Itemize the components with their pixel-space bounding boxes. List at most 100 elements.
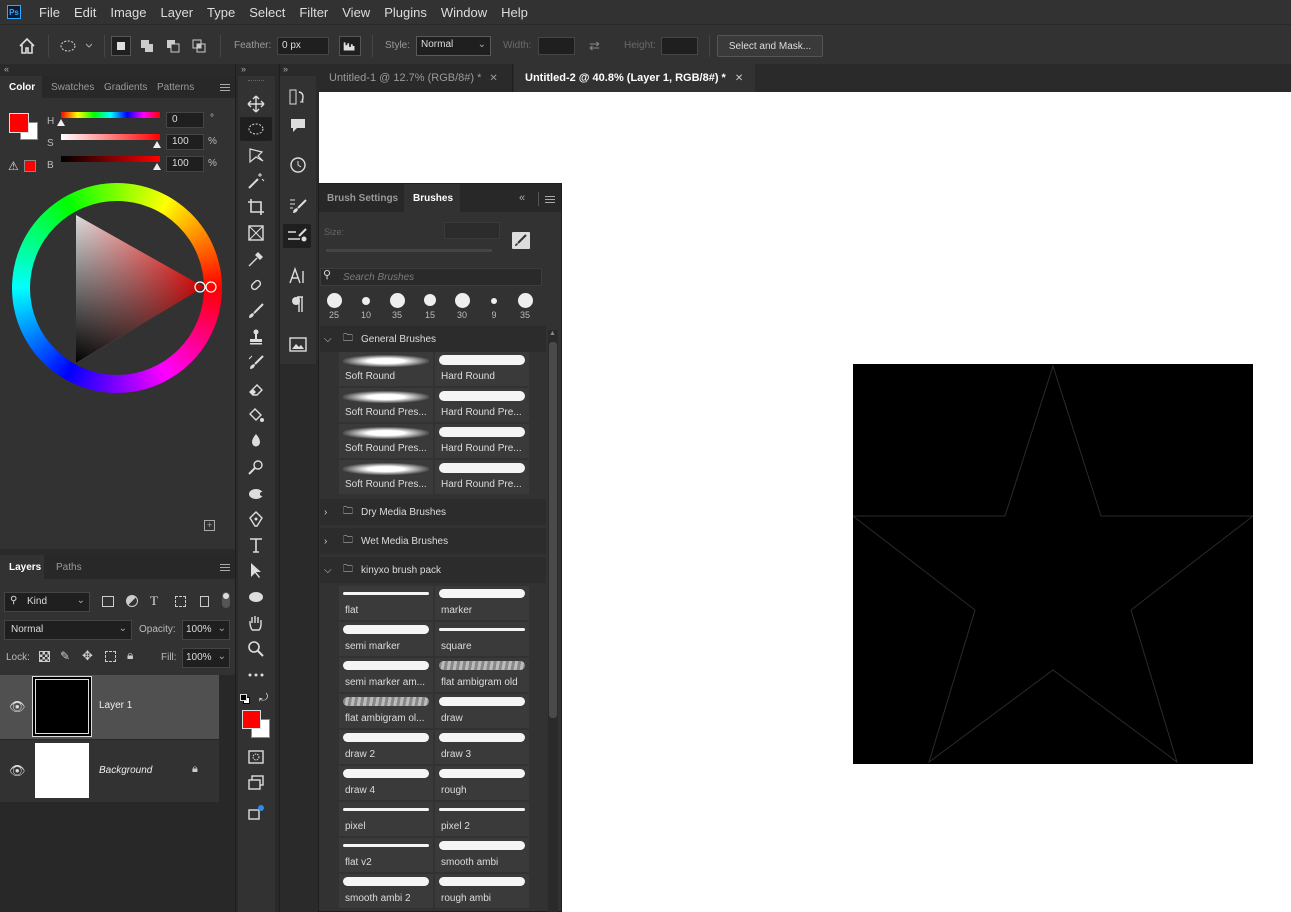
new-brush-icon[interactable] — [512, 232, 530, 249]
folder-general-brushes[interactable]: ⌵ 🗀 General Brushes — [320, 326, 546, 352]
history-brush-icon[interactable] — [240, 351, 272, 375]
paint-bucket-icon[interactable] — [240, 403, 272, 427]
menu-select[interactable]: Select — [242, 5, 292, 20]
adjustment-filter-icon[interactable] — [126, 595, 138, 607]
brush-tile[interactable]: Soft Round — [339, 352, 433, 386]
hand-icon[interactable] — [240, 611, 272, 635]
menu-layer[interactable]: Layer — [154, 5, 201, 20]
swap-icon[interactable]: ⇄ — [589, 39, 605, 53]
new-selection-icon[interactable] — [111, 36, 131, 56]
brush-tile[interactable]: Soft Round Pres... — [339, 388, 433, 422]
brush-tile[interactable]: flat ambigram old — [435, 658, 529, 692]
brush-tile[interactable]: square — [435, 622, 529, 656]
hue-slider-handle[interactable] — [57, 119, 65, 126]
libraries-icon[interactable] — [288, 335, 308, 353]
brush-tile[interactable]: pixel 2 — [435, 802, 529, 836]
preset-brush-1[interactable]: 25 — [320, 293, 348, 320]
hue-slider[interactable] — [61, 112, 160, 118]
brush-tile[interactable]: flat v2 — [339, 838, 433, 872]
add-selection-icon[interactable] — [140, 39, 154, 53]
style-select[interactable]: Normal ⌄ — [416, 36, 491, 56]
brush-tile[interactable]: pixel — [339, 802, 433, 836]
brush-tile[interactable]: Soft Round Pres... — [339, 424, 433, 458]
anti-alias-icon[interactable] — [339, 36, 361, 56]
history-panel-icon[interactable] — [288, 88, 308, 106]
clone-stamp-icon[interactable] — [240, 325, 272, 349]
scroll-up-icon[interactable]: ▲ — [549, 330, 556, 337]
layer-row-layer-1[interactable]: 👁︎ Layer 1 — [0, 675, 219, 739]
tab-swatches[interactable]: Swatches — [51, 82, 94, 93]
folder-kinyxo-brush-pack[interactable]: ⌵ 🗀 kinyxo brush pack — [320, 557, 546, 583]
brush-tile[interactable]: draw — [435, 694, 529, 728]
color-triangle[interactable] — [12, 183, 222, 393]
panel-menu-icon[interactable] — [220, 84, 230, 91]
paragraph-icon[interactable] — [288, 295, 308, 313]
brush-tile[interactable]: flat ambigram ol... — [339, 694, 433, 728]
quick-mask-icon[interactable] — [240, 745, 272, 769]
collapse-panel-icon[interactable]: « — [519, 192, 525, 204]
brush-tile[interactable]: draw 4 — [339, 766, 433, 800]
brushes-menu-icon[interactable] — [545, 196, 555, 203]
brush-tile[interactable]: draw 3 — [435, 730, 529, 764]
document-tab-untitled-1[interactable]: Untitled-1 @ 12.7% (RGB/8#) * ✕ — [319, 64, 513, 92]
menu-window[interactable]: Window — [434, 5, 494, 20]
brush-tile[interactable]: semi marker am... — [339, 658, 433, 692]
s-input[interactable]: 100 — [166, 134, 204, 150]
type-icon[interactable] — [240, 533, 272, 557]
ellipse-marquee-icon[interactable] — [240, 117, 272, 141]
tab-layers[interactable]: Layers — [9, 562, 41, 573]
brushes-panel-icon[interactable] — [283, 224, 311, 248]
preset-brush-7[interactable]: 35 — [511, 293, 539, 320]
menu-view[interactable]: View — [335, 5, 377, 20]
brush-tile[interactable]: marker — [435, 586, 529, 620]
layer-name[interactable]: Background — [99, 765, 152, 776]
preset-brush-2[interactable]: 10 — [352, 293, 380, 320]
default-colors-icon[interactable] — [240, 694, 250, 704]
toolbar-foreground-swatch[interactable] — [242, 710, 261, 729]
smudge-icon[interactable] — [240, 481, 272, 505]
folder-wet-media[interactable]: › 🗀 Wet Media Brushes — [320, 528, 546, 554]
saturation-slider-handle[interactable] — [153, 141, 161, 148]
tab-brushes[interactable]: Brushes — [413, 193, 453, 204]
preset-brush-4[interactable]: 15 — [416, 293, 444, 320]
lock-transparency-icon[interactable] — [39, 651, 50, 662]
brush-settings-icon[interactable] — [288, 197, 308, 215]
character-icon[interactable] — [288, 266, 308, 285]
layers-menu-icon[interactable] — [220, 564, 230, 571]
b-input[interactable]: 100 — [166, 156, 204, 172]
eraser-icon[interactable] — [240, 377, 272, 401]
blur-icon[interactable] — [240, 429, 272, 453]
intersect-selection-icon[interactable] — [192, 39, 206, 53]
swap-colors-icon[interactable]: ⤾ — [259, 692, 268, 705]
zoom-icon[interactable] — [240, 637, 272, 661]
brightness-slider-handle[interactable] — [153, 163, 161, 170]
crop-icon[interactable] — [240, 195, 272, 219]
layer-row-background[interactable]: 👁︎ Background 🔒︎ — [0, 740, 219, 802]
width-input[interactable] — [538, 37, 575, 55]
frame-icon[interactable] — [240, 221, 272, 245]
height-input[interactable] — [661, 37, 698, 55]
brush-tile[interactable]: Hard Round — [435, 352, 529, 386]
close-icon[interactable]: ✕ — [735, 73, 743, 84]
lasso-icon[interactable] — [240, 143, 272, 167]
smart-object-filter-icon[interactable] — [200, 596, 209, 607]
eye-icon[interactable]: 👁︎ — [9, 763, 26, 779]
preset-brush-6[interactable]: 9 — [480, 293, 508, 320]
brush-tile[interactable]: semi marker — [339, 622, 433, 656]
h-input[interactable]: 0 — [166, 112, 204, 128]
tab-gradients[interactable]: Gradients — [104, 82, 147, 93]
feather-input[interactable]: 0 px — [277, 37, 329, 55]
preset-brush-5[interactable]: 30 — [448, 293, 476, 320]
subtract-selection-icon[interactable] — [166, 39, 180, 53]
brush-tile[interactable]: rough ambi — [435, 874, 529, 908]
eyedropper-icon[interactable] — [240, 247, 272, 271]
size-slider[interactable] — [326, 249, 492, 252]
select-and-mask-button[interactable]: Select and Mask... — [717, 35, 823, 57]
brush-tile[interactable]: flat — [339, 586, 433, 620]
menu-file[interactable]: File — [32, 5, 67, 20]
brush-tile[interactable]: rough — [435, 766, 529, 800]
gamut-warning-icon[interactable]: ⚠ — [8, 159, 19, 173]
menu-image[interactable]: Image — [103, 5, 153, 20]
clock-icon[interactable] — [288, 156, 308, 174]
close-icon[interactable]: ✕ — [489, 73, 497, 84]
